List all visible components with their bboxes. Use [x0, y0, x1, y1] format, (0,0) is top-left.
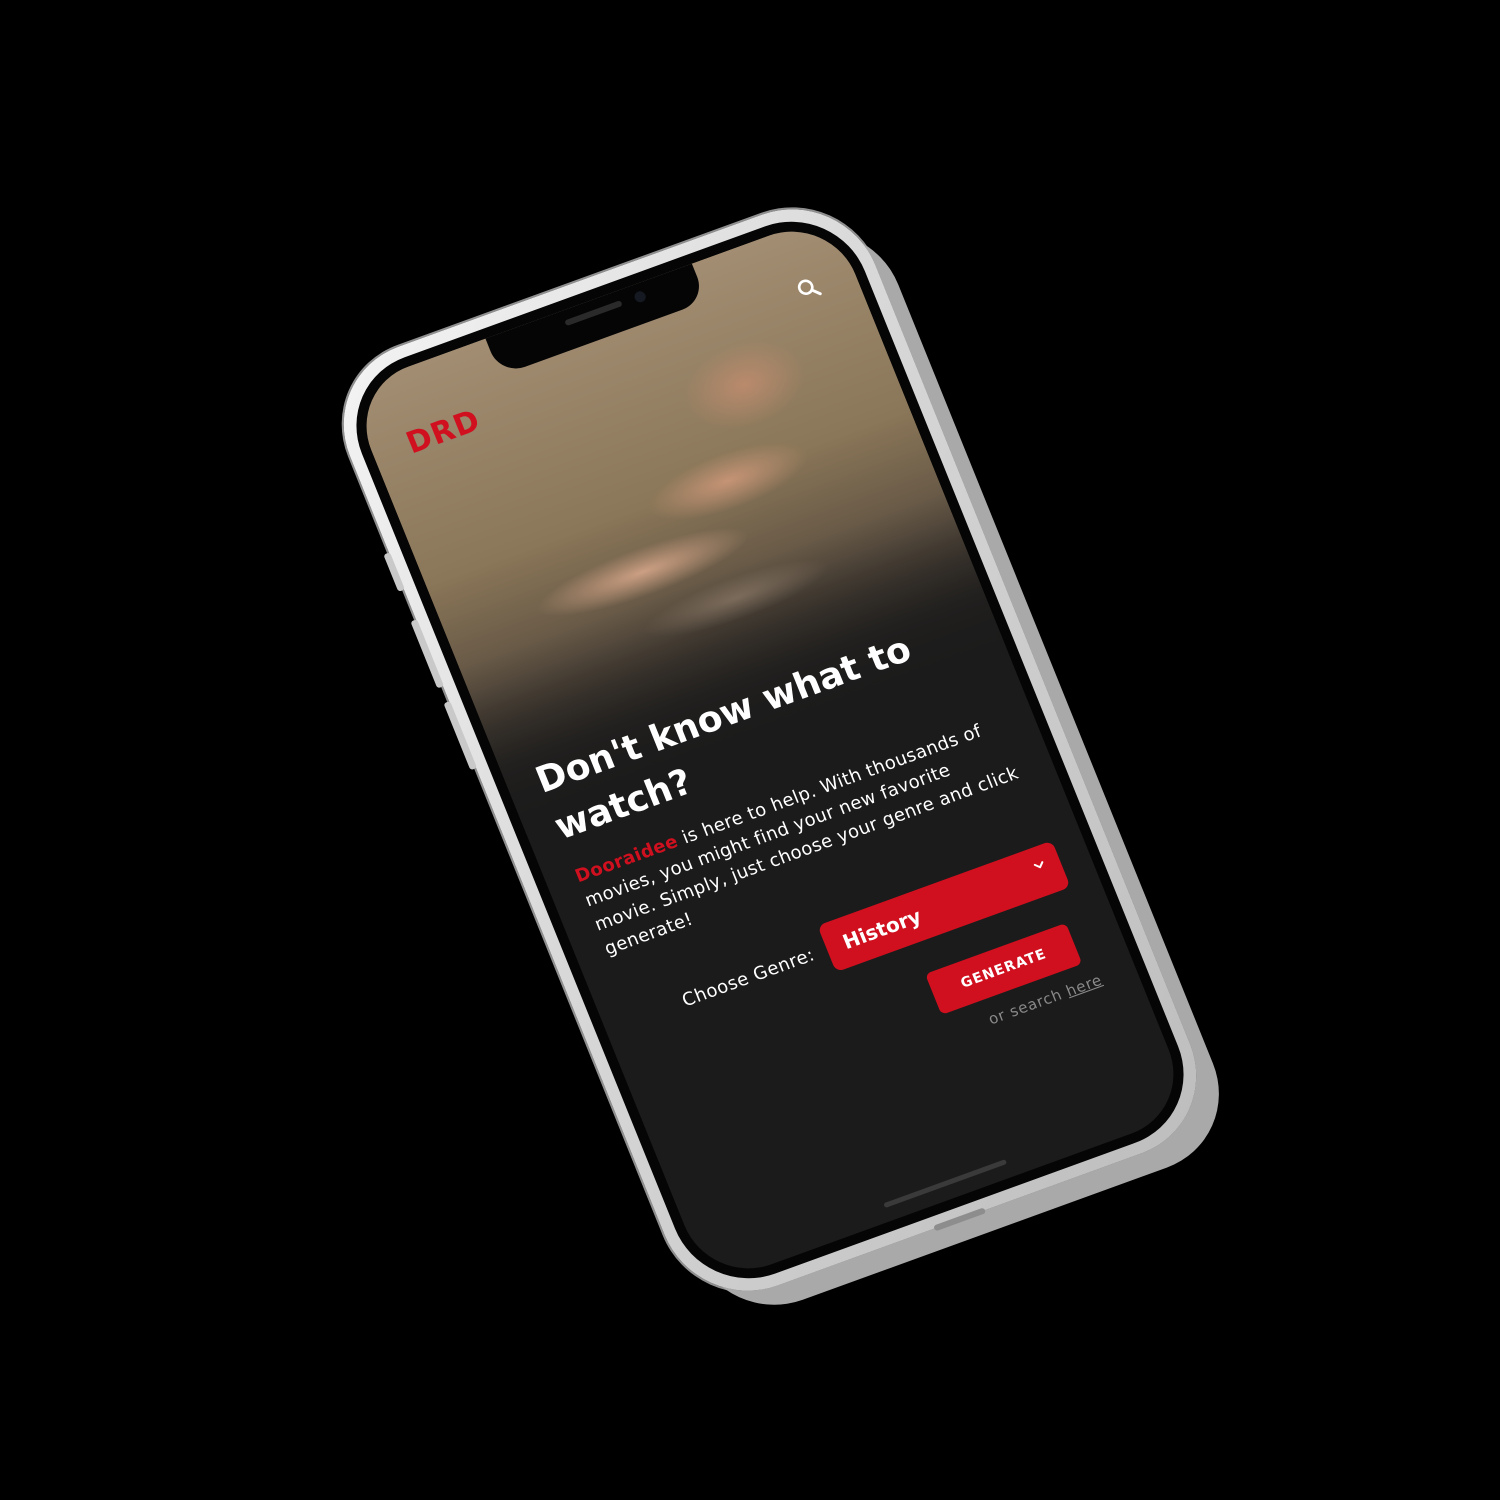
home-indicator [883, 1159, 1008, 1209]
front-camera [632, 289, 648, 304]
chevron-down-icon [1033, 861, 1044, 869]
genre-selected-value: History [839, 903, 925, 954]
search-here-link[interactable]: here [1063, 971, 1104, 1000]
phone-screen: DRD Don't know what to watch? Dooraidee … [346, 213, 1194, 1287]
stage: DRD Don't know what to watch? Dooraidee … [0, 0, 1500, 1500]
earpiece-speaker [564, 300, 623, 327]
phone-mockup: DRD Don't know what to watch? Dooraidee … [317, 185, 1223, 1315]
phone-frame: DRD Don't know what to watch? Dooraidee … [317, 185, 1223, 1315]
mute-switch [383, 552, 405, 592]
genre-label: Choose Genre: [678, 943, 818, 1011]
